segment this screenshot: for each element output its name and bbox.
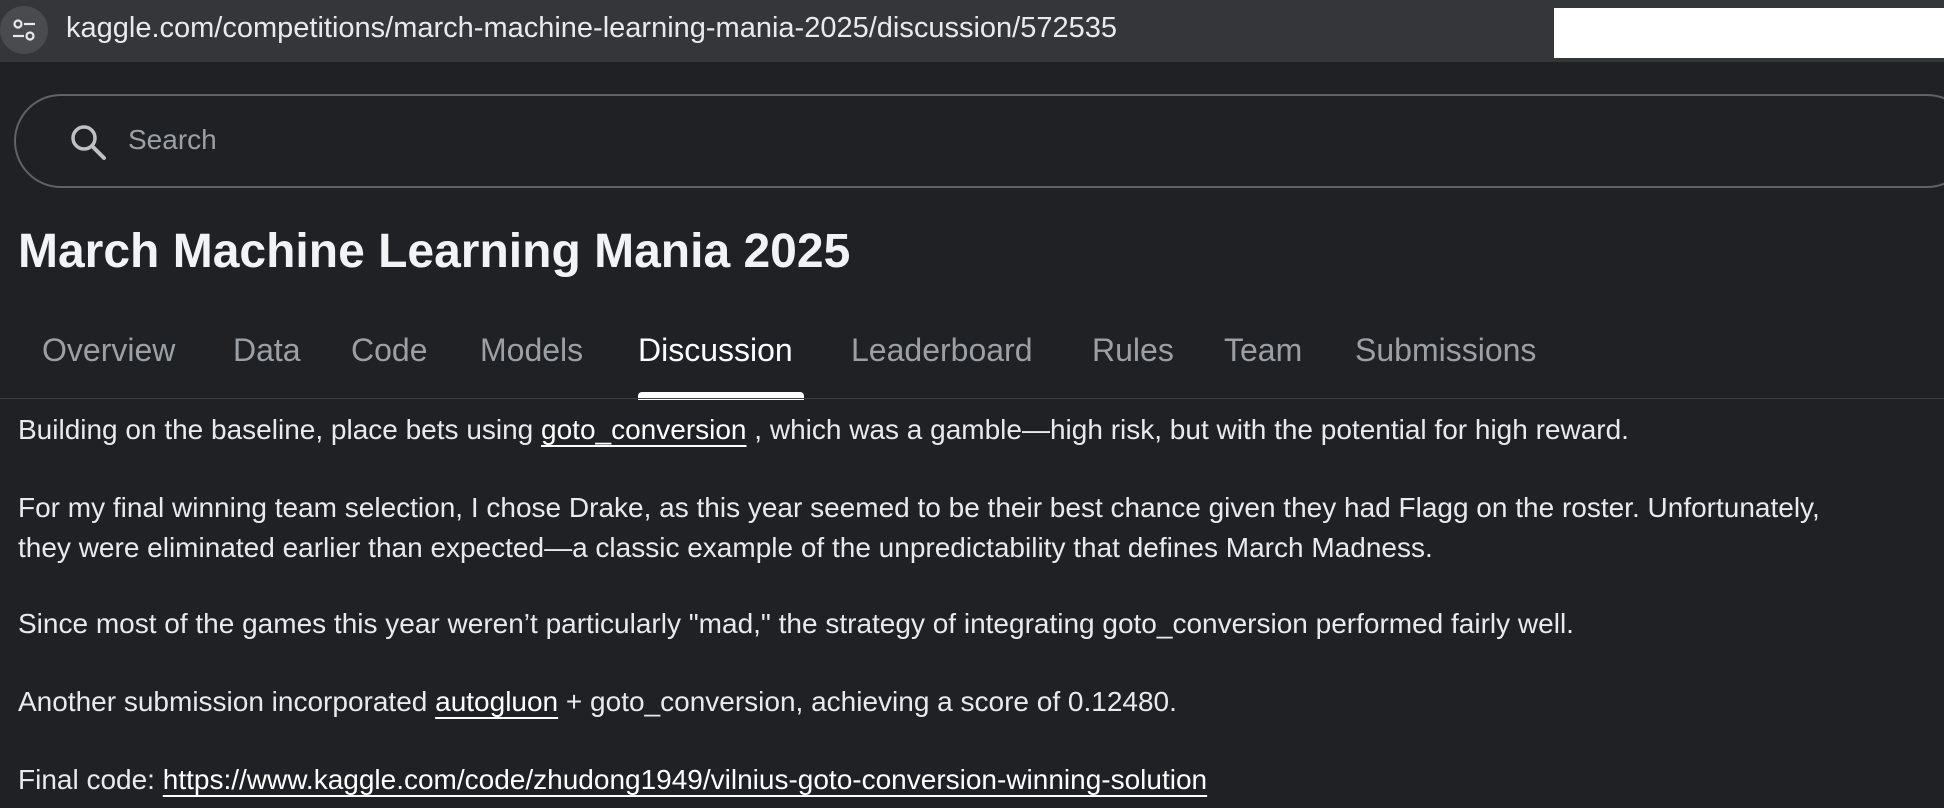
site-info-button[interactable] — [0, 6, 48, 54]
page-title: March Machine Learning Mania 2025 — [18, 225, 851, 278]
final-code-label: Final code: — [18, 764, 163, 795]
post-paragraph-3: Since most of the games this year weren’… — [18, 608, 1574, 639]
tab-code[interactable]: Code — [351, 332, 428, 369]
tab-leaderboard[interactable]: Leaderboard — [851, 332, 1032, 369]
competition-tabs: Overview Data Code Models Discussion Lea… — [0, 322, 1944, 400]
post-paragraph-1: Building on the baseline, place bets usi… — [18, 410, 1629, 450]
toolbar-spacer — [0, 62, 1944, 80]
tab-data[interactable]: Data — [233, 332, 301, 369]
autogluon-link[interactable]: autogluon — [435, 686, 558, 717]
tabs-divider — [0, 398, 1944, 399]
tab-team[interactable]: Team — [1224, 332, 1302, 369]
goto-conversion-link[interactable]: goto_conversion — [541, 414, 746, 445]
url-bar[interactable]: kaggle.com/competitions/march-machine-le… — [66, 12, 1117, 45]
tab-overview[interactable]: Overview — [42, 332, 175, 369]
post-text: Another submission incorporated — [18, 686, 436, 717]
post-paragraph-5: Final code: https://www.kaggle.com/code/… — [18, 760, 1207, 800]
redacted-toolbar-area — [1554, 8, 1944, 58]
search-icon — [71, 125, 106, 160]
post-paragraph-2-line-2: they were eliminated earlier than expect… — [18, 532, 1433, 563]
post-text: , which was a gamble—high risk, but with… — [746, 414, 1629, 445]
tab-discussion[interactable]: Discussion — [638, 332, 793, 369]
post-text: Building on the baseline, place bets usi… — [18, 414, 542, 445]
post-text: + goto_conversion, achieving a score of … — [558, 686, 1177, 717]
tune-icon — [13, 19, 35, 41]
browser-address-bar: kaggle.com/competitions/march-machine-le… — [0, 0, 1944, 62]
post-paragraph-4: Another submission incorporated autogluo… — [18, 682, 1177, 722]
tab-models[interactable]: Models — [480, 332, 583, 369]
final-code-link[interactable]: https://www.kaggle.com/code/zhudong1949/… — [163, 764, 1207, 795]
search-input[interactable]: Search — [14, 94, 1944, 188]
tab-rules[interactable]: Rules — [1092, 332, 1174, 369]
post-paragraph-2-line-1: For my final winning team selection, I c… — [18, 492, 1820, 523]
tab-submissions[interactable]: Submissions — [1355, 332, 1536, 369]
search-placeholder: Search — [128, 124, 217, 155]
